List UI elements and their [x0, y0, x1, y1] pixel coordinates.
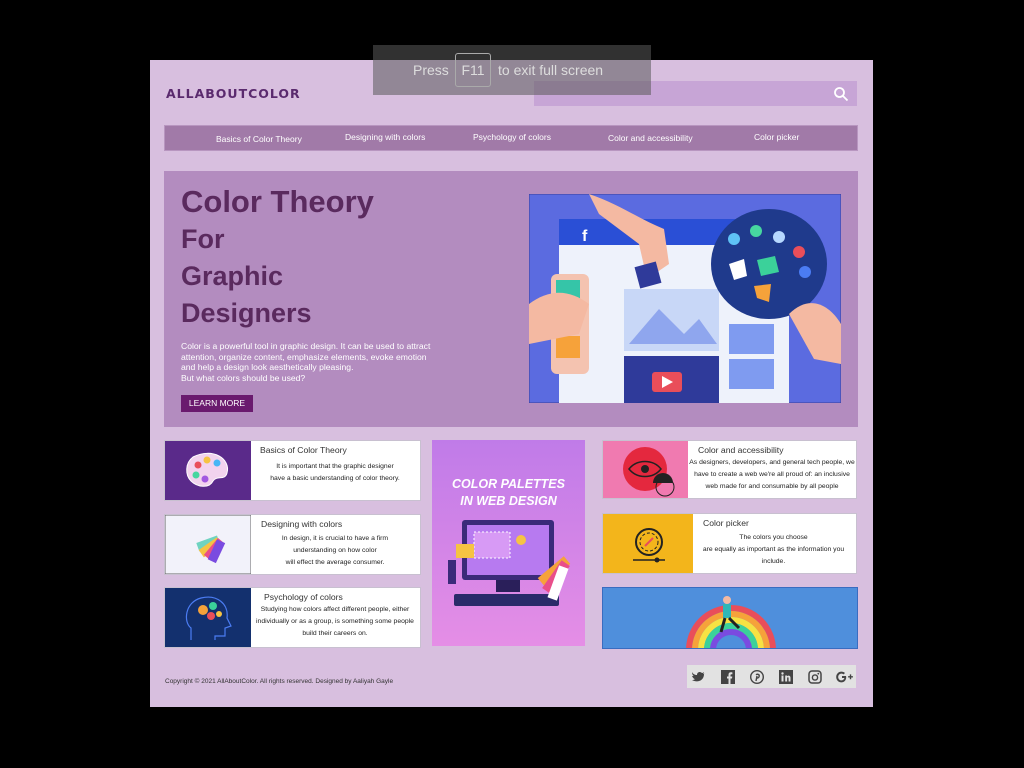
card-title: Color and accessibility	[698, 445, 784, 455]
fullscreen-press-text: Press	[413, 62, 449, 78]
eye-icon	[603, 441, 688, 498]
card-text-line: Studying how colors affect different peo…	[260, 606, 410, 613]
card-title: Designing with colors	[261, 519, 343, 529]
card-text-line: will effect the average consumer.	[285, 559, 385, 566]
card-text-line: are equally as important as the informat…	[702, 546, 845, 553]
hero-title-line: For	[181, 224, 225, 254]
card-text-line: web made for and consumable by all peopl…	[705, 483, 839, 490]
nav-item-psychology[interactable]: Psychology of colors	[473, 132, 551, 142]
hero-title-line: Designers	[181, 298, 312, 328]
hero-desc-line: Color is a powerful tool in graphic desi…	[181, 341, 431, 351]
f11-key: F11	[455, 53, 491, 87]
hero-desc-line: and help a design look aesthetically ple…	[181, 362, 354, 372]
site-logo[interactable]: ALLABOUTCOLOR	[166, 86, 301, 101]
instagram-icon[interactable]	[808, 670, 822, 684]
computer-illustration	[448, 520, 571, 606]
card-text: Studying how colors affect different peo…	[251, 604, 419, 640]
color-wheel-icon	[603, 514, 693, 573]
social-links	[687, 665, 856, 688]
hero-illustration: f	[529, 194, 841, 403]
promo-title: COLOR PALETTES IN WEB DESIGN	[432, 476, 585, 510]
card-text: The colors you choose are equally as imp…	[691, 532, 856, 568]
card-text-line: individually or as a group, is something…	[256, 618, 414, 625]
nav-item-basics[interactable]: Basics of Color Theory	[216, 134, 302, 144]
card-psychology[interactable]: Psychology of colors Studying how colors…	[164, 587, 421, 648]
hero-desc-line: attention, organize content, emphasize e…	[181, 351, 427, 362]
twitter-icon[interactable]	[692, 670, 706, 684]
page: ALLABOUTCOLOR Basics of Color Theory Des…	[150, 60, 873, 707]
card-title: Psychology of colors	[264, 592, 343, 602]
card-text-line: build their careers on.	[302, 630, 368, 637]
search-icon[interactable]	[833, 86, 849, 102]
card-basics[interactable]: Basics of Color Theory It is important t…	[164, 440, 421, 501]
hero-description: Color is a powerful tool in graphic desi…	[181, 341, 456, 383]
palette-icon	[165, 441, 251, 500]
google-plus-icon[interactable]	[836, 670, 853, 684]
card-designing[interactable]: Designing with colors In design, it is c…	[164, 514, 421, 575]
card-text-line: As designers, developers, and general te…	[689, 459, 855, 466]
card-color-picker[interactable]: Color picker The colors you choose are e…	[602, 513, 857, 574]
card-title: Color picker	[703, 518, 749, 528]
facebook-icon[interactable]	[721, 670, 735, 684]
promo-color-palettes[interactable]: COLOR PALETTES IN WEB DESIGN	[432, 440, 585, 646]
nav-item-color-picker[interactable]: Color picker	[754, 132, 799, 142]
promo-title-line: COLOR PALETTES	[452, 477, 565, 491]
learn-more-button[interactable]: LEARN MORE	[181, 395, 253, 412]
footer-copyright: Copyright © 2021 AllAboutColor. All righ…	[165, 678, 394, 685]
promo-title-line: IN WEB DESIGN	[460, 494, 557, 508]
fullscreen-exit-text: to exit full screen	[498, 62, 604, 78]
swatch-fan-icon	[165, 515, 251, 574]
nav-item-designing[interactable]: Designing with colors	[345, 132, 425, 142]
main-nav: Basics of Color Theory Designing with co…	[164, 125, 858, 151]
nav-item-accessibility[interactable]: Color and accessibility	[608, 133, 693, 143]
card-text-line: The colors you choose	[739, 534, 808, 541]
svg-text:f: f	[582, 228, 588, 245]
rainbow-banner[interactable]	[602, 587, 858, 649]
linkedin-icon[interactable]	[779, 670, 793, 684]
hero-title-line: Color Theory	[181, 184, 374, 219]
hero-title-line: Graphic	[181, 261, 284, 291]
rainbow-illustration	[686, 596, 776, 648]
hero-section: Color Theory For Graphic Designers Color…	[164, 171, 858, 427]
card-text-line: In design, it is crucial to have a firm	[281, 535, 389, 542]
pinterest-icon[interactable]	[749, 669, 765, 685]
card-text-line: It is important that the graphic designe…	[276, 463, 394, 470]
hero-desc-line: But what colors should be used?	[181, 372, 306, 383]
card-text: As designers, developers, and general te…	[688, 457, 856, 493]
card-text-line: have to create a web we're all proud of:…	[694, 471, 850, 478]
card-accessibility[interactable]: Color and accessibility As designers, de…	[602, 440, 857, 499]
fullscreen-notice: Press F11 to exit full screen	[373, 45, 651, 95]
card-text-line: have a basic understanding of color theo…	[270, 475, 400, 482]
card-text: In design, it is crucial to have a firm …	[251, 533, 419, 569]
card-text-line: include.	[761, 558, 786, 565]
card-text: It is important that the graphic designe…	[251, 461, 419, 485]
brain-gears-icon	[165, 588, 251, 647]
card-title: Basics of Color Theory	[260, 445, 347, 455]
hero-title: Color Theory For Graphic Designers	[181, 183, 374, 332]
card-text-line: understanding on how color	[293, 547, 377, 554]
